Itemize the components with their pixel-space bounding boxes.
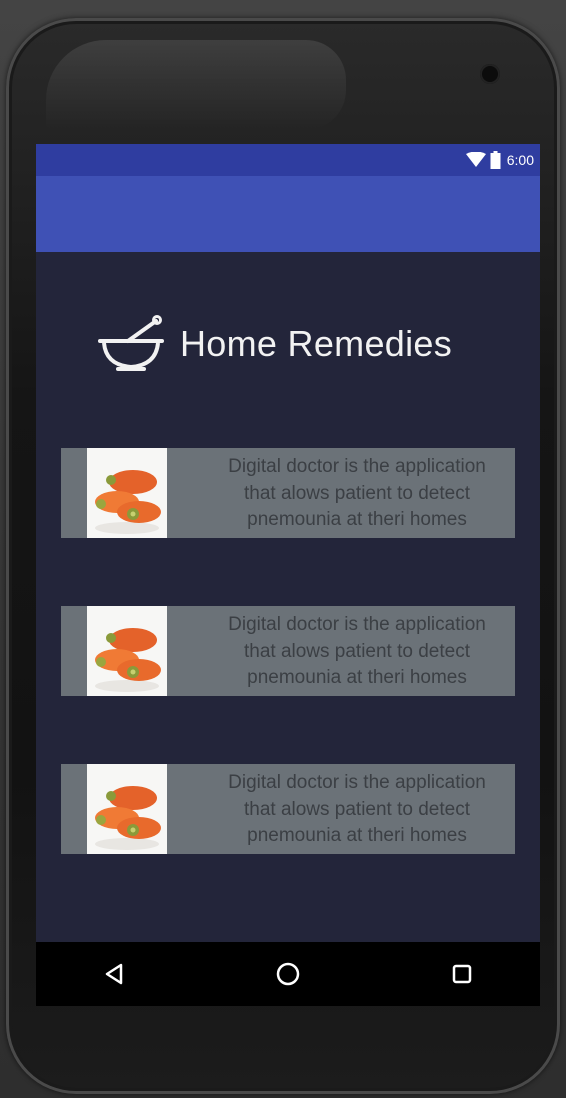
home-button[interactable]: [268, 956, 308, 992]
navigation-bar: [36, 942, 540, 1006]
carrots-image: [87, 764, 167, 854]
card-text-line: that alows patient to detect: [243, 798, 471, 820]
carrots-image: [87, 448, 167, 538]
screen: 6:00 Home Remedies Digital doctor is the…: [36, 144, 540, 1006]
remedy-card[interactable]: Digital doctor is the application that a…: [61, 606, 515, 696]
recents-button[interactable]: [442, 956, 482, 992]
card-text-line: that alows patient to detect: [243, 640, 471, 662]
card-description: Digital doctor is the application that a…: [199, 454, 515, 534]
front-camera: [480, 64, 500, 84]
device-frame-background: 6:00 Home Remedies Digital doctor is the…: [0, 0, 566, 1098]
back-button[interactable]: [94, 956, 134, 992]
recents-icon: [451, 963, 473, 985]
mortar-bowl-icon: [98, 315, 164, 373]
phone-frame: 6:00 Home Remedies Digital doctor is the…: [6, 18, 560, 1094]
remedy-card[interactable]: Digital doctor is the application that a…: [61, 764, 515, 854]
status-icons: 6:00: [465, 150, 534, 170]
card-text-line: pnemounia at theri homes: [247, 509, 467, 530]
card-description: Digital doctor is the application that a…: [199, 612, 515, 692]
app-bar: [36, 176, 540, 252]
status-time: 6:00: [506, 152, 534, 168]
remedy-card[interactable]: Digital doctor is the application that a…: [61, 448, 515, 538]
carrots-image: [87, 606, 167, 696]
card-text-line: Digital doctor is the application: [228, 456, 486, 477]
home-icon: [275, 961, 301, 987]
card-text-line: pnemounia at theri homes: [247, 825, 467, 846]
card-text-line: that alows patient to detect: [243, 482, 471, 504]
battery-icon: [490, 151, 501, 169]
card-text-line: Digital doctor is the application: [228, 772, 486, 793]
card-text-line: Digital doctor is the application: [228, 614, 486, 635]
phone-glare: [46, 40, 346, 130]
page-header: Home Remedies: [98, 314, 452, 374]
card-text-line: pnemounia at theri homes: [247, 667, 467, 688]
card-description: Digital doctor is the application that a…: [199, 770, 515, 850]
back-icon: [102, 962, 126, 986]
wifi-icon: [465, 152, 486, 168]
status-bar: 6:00: [36, 144, 540, 176]
page-title: Home Remedies: [180, 323, 453, 364]
